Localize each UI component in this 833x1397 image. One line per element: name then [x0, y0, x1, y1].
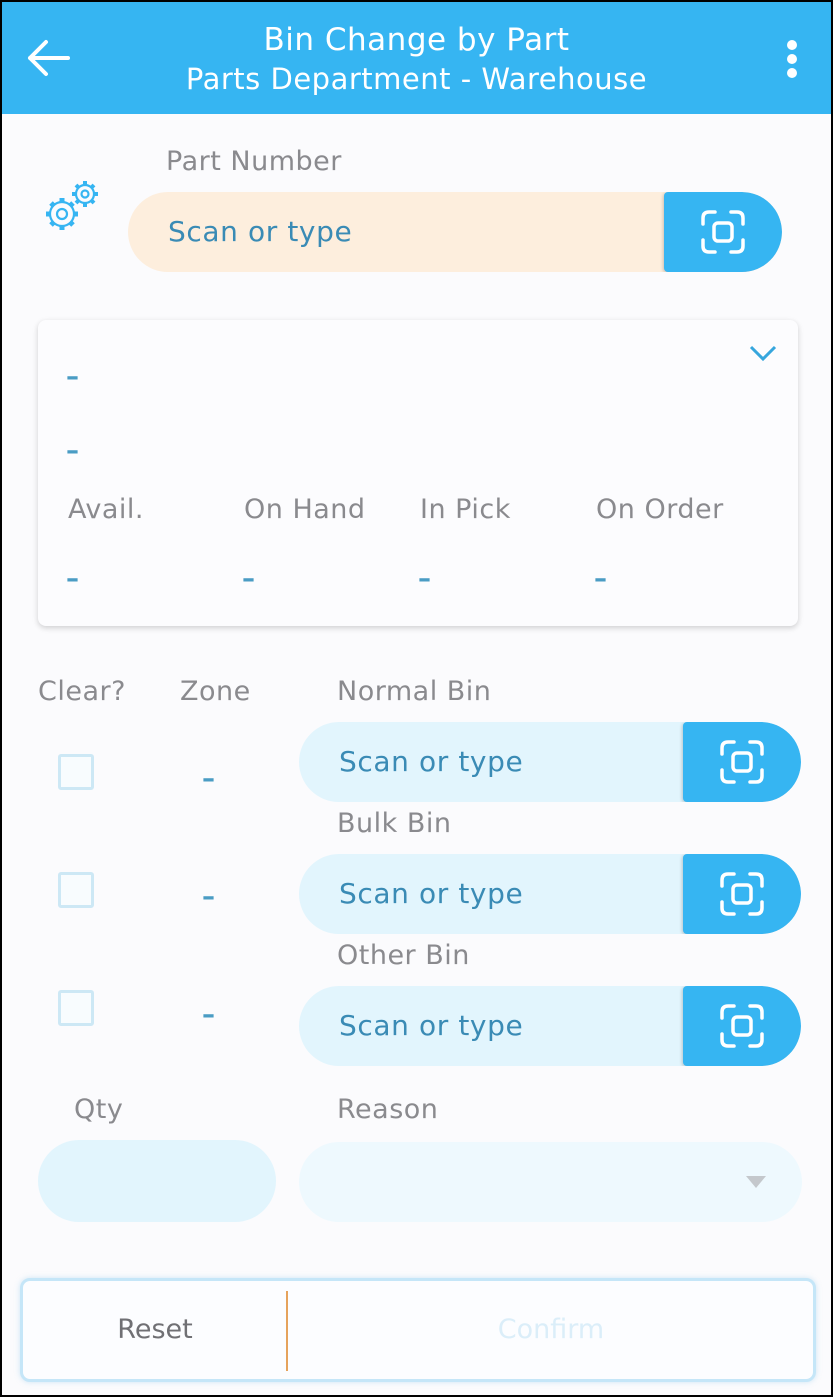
gears-icon	[46, 181, 98, 230]
normal-bin-placeholder: Scan or type	[339, 745, 524, 778]
more-vertical-icon	[785, 40, 799, 78]
scan-frame-icon	[701, 210, 745, 254]
dropdown-caret-icon	[746, 1176, 766, 1188]
part-info-card: – – Avail. On Hand In Pick On Order – – …	[38, 320, 798, 626]
normal-bin-scan-button[interactable]	[683, 722, 801, 802]
page-subtitle: Parts Department - Warehouse	[185, 62, 648, 96]
chevron-down-icon[interactable]	[748, 342, 778, 364]
other-bin-label: Other Bin	[337, 940, 470, 971]
scan-frame-icon	[720, 1004, 764, 1048]
other-bin-scan-button[interactable]	[683, 986, 801, 1066]
stat-label-on-order: On Order	[596, 494, 724, 525]
part-line-1: –	[66, 362, 79, 392]
scan-frame-icon	[720, 740, 764, 784]
other-bin-zone: –	[202, 1000, 215, 1030]
other-bin-placeholder: Scan or type	[339, 1009, 524, 1042]
bulk-bin-clear-checkbox[interactable]	[58, 872, 94, 908]
reset-button[interactable]: Reset	[23, 1281, 287, 1379]
other-bin-input[interactable]: Scan or type	[299, 986, 801, 1066]
qty-label: Qty	[74, 1094, 124, 1125]
qty-input[interactable]	[38, 1140, 276, 1222]
bulk-bin-label: Bulk Bin	[337, 808, 452, 839]
zone-column-header: Zone	[180, 676, 251, 707]
confirm-button[interactable]: Confirm	[289, 1281, 813, 1379]
stat-value-on-order: –	[594, 564, 607, 594]
stat-label-on-hand: On Hand	[244, 494, 366, 525]
reason-select[interactable]	[299, 1142, 802, 1222]
more-menu-button[interactable]	[785, 40, 799, 80]
action-bar: Reset Confirm	[20, 1278, 816, 1382]
bulk-bin-zone: –	[202, 882, 215, 912]
normal-bin-clear-checkbox[interactable]	[58, 754, 94, 790]
bulk-bin-placeholder: Scan or type	[339, 877, 524, 910]
bulk-bin-input[interactable]: Scan or type	[299, 854, 801, 934]
scan-frame-icon	[720, 872, 764, 916]
stat-value-avail: –	[66, 564, 79, 594]
stat-label-avail: Avail.	[68, 494, 144, 525]
clear-column-header: Clear?	[38, 676, 126, 707]
part-scan-button[interactable]	[664, 192, 782, 272]
normal-bin-input[interactable]: Scan or type	[299, 722, 801, 802]
app-bar: Bin Change by Part Parts Department - Wa…	[2, 2, 831, 114]
reason-label: Reason	[337, 1094, 439, 1125]
part-number-placeholder: Scan or type	[168, 215, 353, 248]
part-number-label: Part Number	[166, 146, 342, 177]
page-title: Bin Change by Part	[263, 22, 570, 58]
bulk-bin-scan-button[interactable]	[683, 854, 801, 934]
screen: Bin Change by Part Parts Department - Wa…	[2, 2, 831, 1395]
normal-bin-zone: –	[202, 764, 215, 794]
normal-bin-label: Normal Bin	[337, 676, 492, 707]
part-number-input[interactable]: Scan or type	[128, 192, 782, 272]
stat-label-in-pick: In Pick	[420, 494, 511, 525]
action-divider	[286, 1291, 288, 1371]
stat-value-on-hand: –	[242, 564, 255, 594]
part-line-2: –	[66, 436, 79, 466]
other-bin-clear-checkbox[interactable]	[58, 990, 94, 1026]
stat-value-in-pick: –	[418, 564, 431, 594]
